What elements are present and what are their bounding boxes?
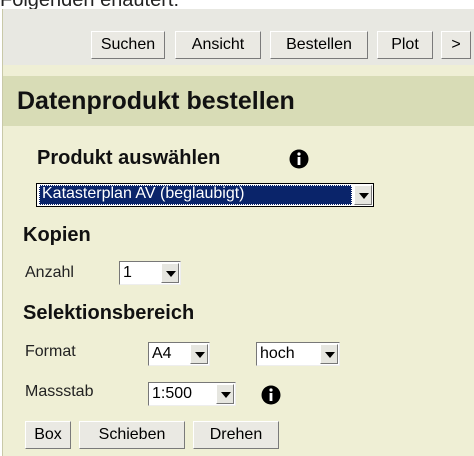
selection-heading: Selektionsbereich — [23, 302, 195, 324]
page-title: Datenprodukt bestellen — [17, 87, 295, 115]
shift-button[interactable]: Schieben — [79, 421, 185, 449]
search-button[interactable]: Suchen — [91, 31, 165, 59]
scale-select-value: 1:500 — [152, 385, 193, 402]
rotate-button[interactable]: Drehen — [193, 421, 279, 449]
chevron-down-icon[interactable] — [320, 344, 338, 364]
orientation-select[interactable]: hoch — [256, 342, 340, 366]
orientation-select-value: hoch — [260, 345, 295, 362]
format-select[interactable]: A4 — [148, 342, 210, 366]
box-button[interactable]: Box — [25, 421, 71, 449]
format-select-value: A4 — [152, 345, 172, 362]
scale-label: Massstab — [25, 383, 94, 400]
more-button[interactable]: > — [441, 31, 471, 59]
toolbar: Suchen Ansicht Bestellen Plot > — [3, 9, 474, 65]
order-button[interactable]: Bestellen — [270, 31, 368, 59]
chevron-down-icon[interactable] — [161, 263, 179, 283]
product-heading: Produkt auswählen — [37, 147, 221, 169]
product-select-value: Katasterplan AV (beglaubigt) — [39, 185, 352, 205]
scale-select[interactable]: 1:500 — [148, 382, 236, 406]
plot-button[interactable]: Plot — [377, 31, 433, 59]
view-button[interactable]: Ansicht — [175, 31, 261, 59]
product-select[interactable]: Katasterplan AV (beglaubigt) — [36, 183, 374, 207]
chevron-down-icon[interactable] — [354, 185, 372, 205]
chevron-down-icon[interactable] — [190, 344, 208, 364]
format-label: Format — [25, 343, 76, 360]
count-label: Anzahl — [25, 264, 74, 281]
count-select[interactable]: 1 — [119, 261, 181, 285]
copies-heading: Kopien — [23, 224, 91, 246]
info-icon[interactable] — [261, 385, 281, 405]
info-icon[interactable] — [289, 149, 309, 169]
count-select-value: 1 — [123, 264, 132, 281]
chevron-down-icon[interactable] — [216, 384, 234, 404]
order-panel: Suchen Ansicht Bestellen Plot > Datenpro… — [2, 9, 474, 456]
